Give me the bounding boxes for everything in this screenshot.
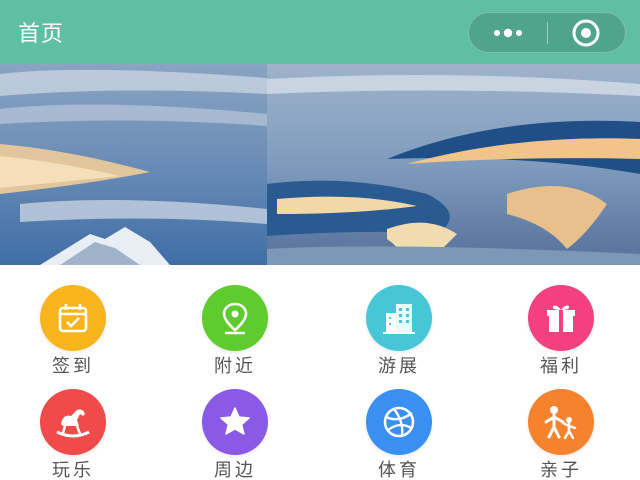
grid-label-parent-child: 亲子: [540, 460, 582, 480]
rocking-horse-icon: [40, 389, 106, 455]
parent-child-icon: [528, 389, 594, 455]
banner-slide-clouds-mountain[interactable]: [0, 64, 267, 265]
grid-item-surroundings[interactable]: 周边: [165, 369, 305, 480]
grid-item-welfare[interactable]: 福利: [491, 265, 631, 377]
calendar-check-icon: [40, 285, 106, 351]
target-circle-icon: [572, 19, 600, 46]
more-dots-icon: [493, 28, 522, 37]
close-miniprogram-button[interactable]: [548, 12, 626, 53]
grid-item-sports[interactable]: 体育: [329, 369, 469, 480]
banner-slide-clouds-sunset[interactable]: [267, 64, 640, 265]
grid-label-surroundings: 周边: [214, 460, 256, 480]
buildings-icon: [366, 285, 432, 351]
banner-carousel[interactable]: [0, 64, 640, 265]
grid-item-sign-in[interactable]: 签到: [3, 265, 143, 377]
navigation-bar: 首页: [0, 0, 640, 64]
grid-label-sports: 体育: [378, 460, 420, 480]
grid-item-fun[interactable]: 玩乐: [3, 369, 143, 480]
grid-label-fun: 玩乐: [52, 460, 94, 480]
location-pin-icon: [202, 285, 268, 351]
more-button[interactable]: [469, 12, 547, 53]
grid-item-nearby[interactable]: 附近: [165, 265, 305, 377]
category-grid: 签到 附近 游展 福利 玩乐 周边 体育 亲子: [0, 265, 640, 480]
miniprogram-capsule: [468, 12, 626, 53]
ball-icon: [366, 389, 432, 455]
gift-icon: [528, 285, 594, 351]
star-icon: [202, 389, 268, 455]
page-title: 首页: [18, 22, 65, 47]
grid-item-parent-child[interactable]: 亲子: [491, 369, 631, 480]
grid-item-exhibition[interactable]: 游展: [329, 265, 469, 377]
